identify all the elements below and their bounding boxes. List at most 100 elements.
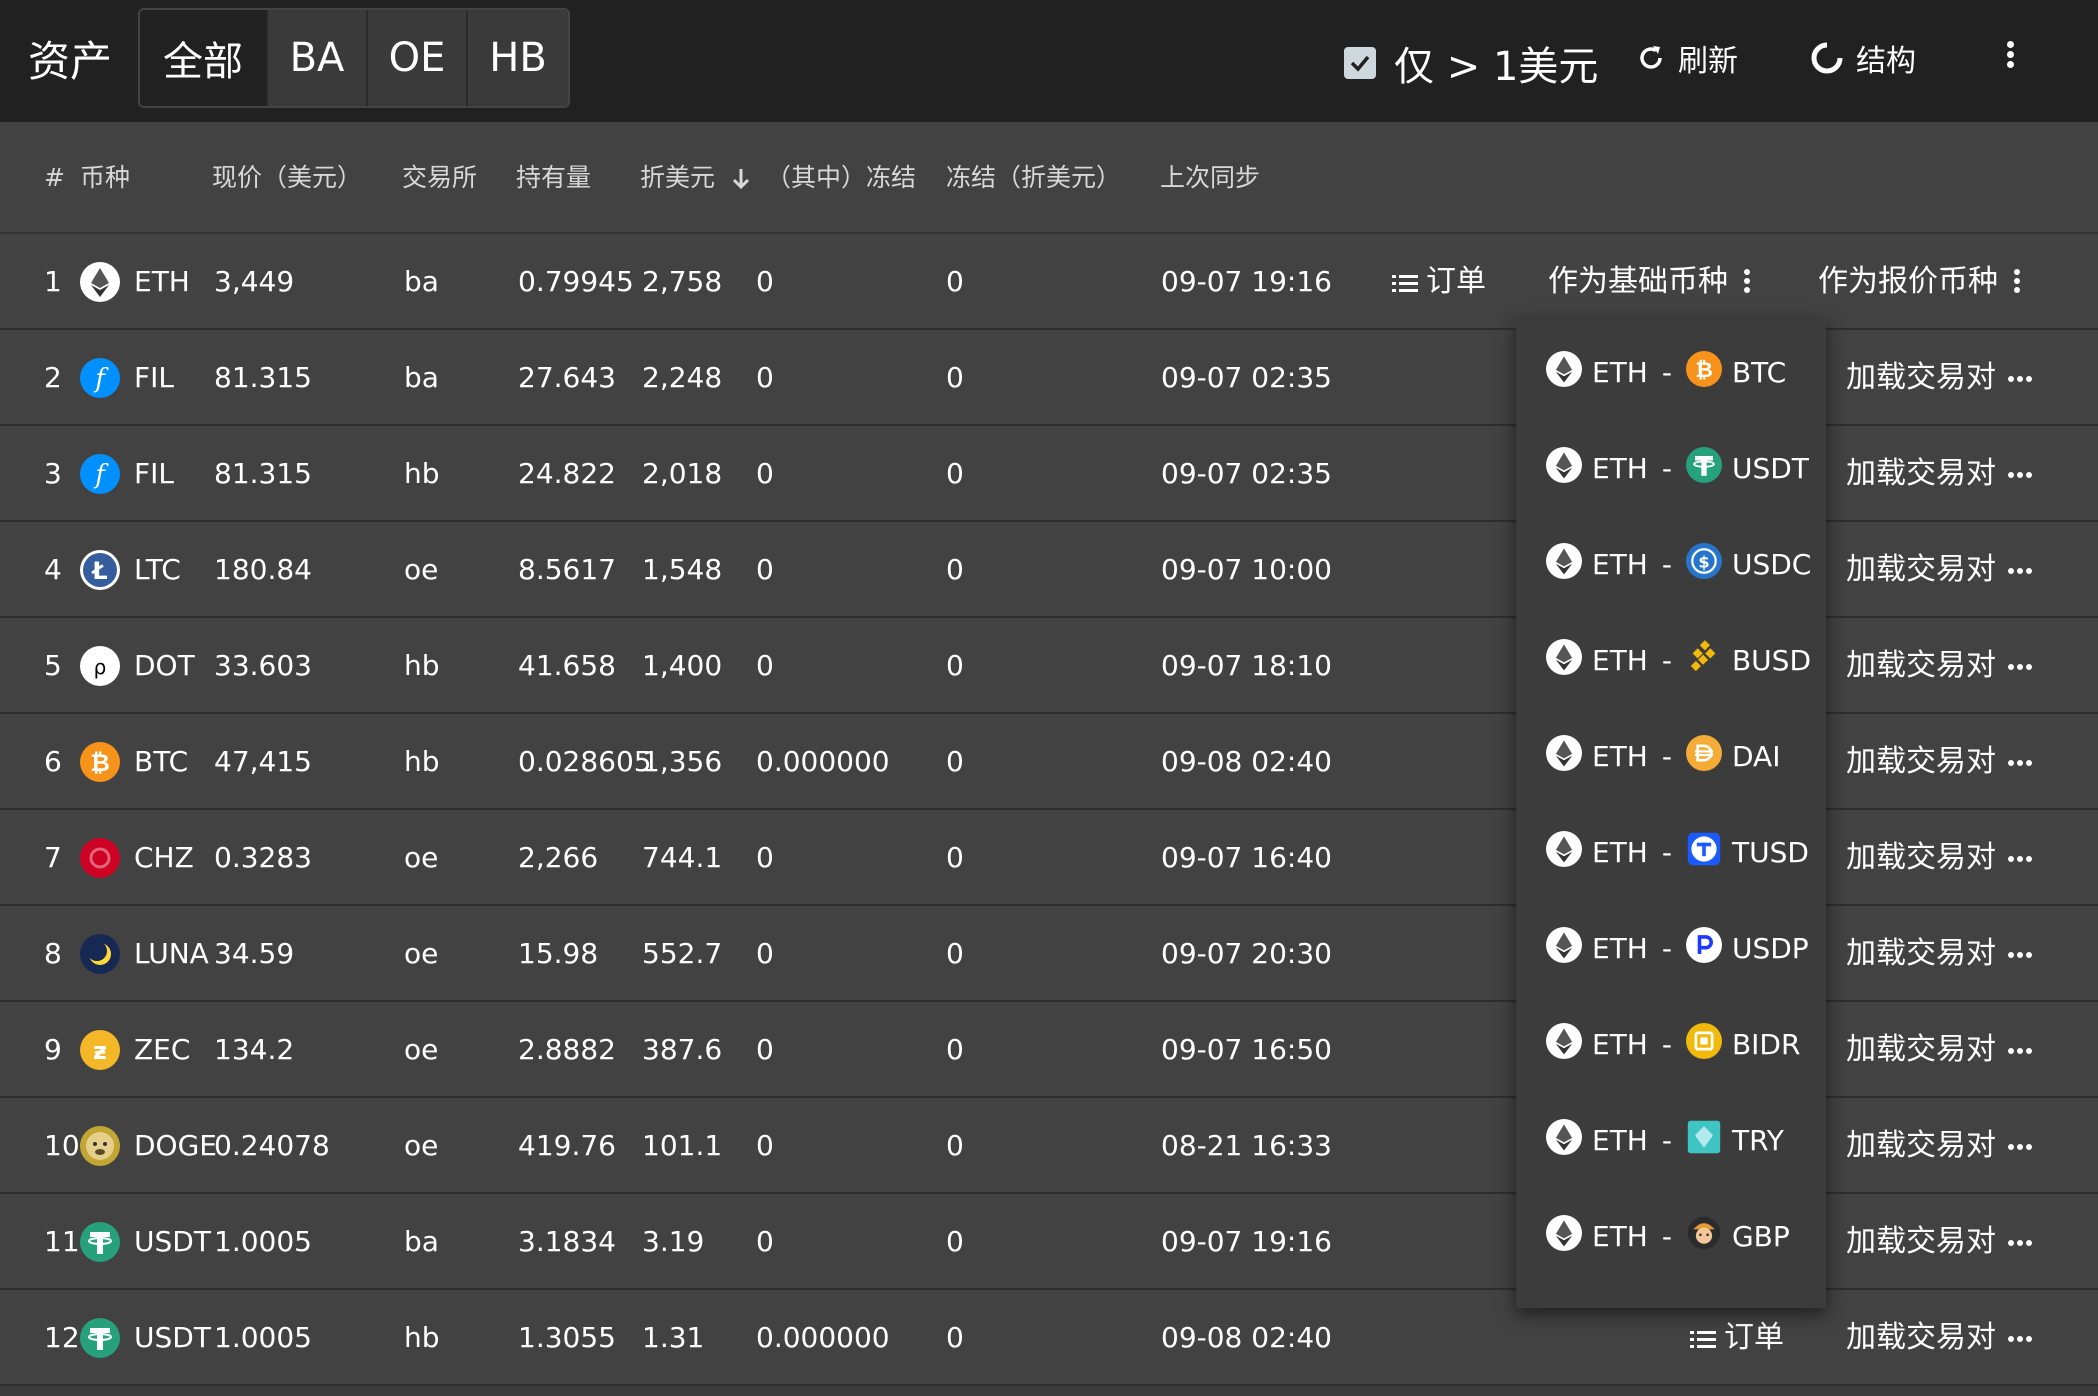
col-holding[interactable]: 持有量 bbox=[516, 122, 591, 234]
holding-cell: 0.028605 bbox=[518, 745, 652, 778]
frozen-cell: 0 bbox=[756, 649, 774, 682]
vertical-dots-icon bbox=[2012, 268, 2022, 293]
usd-cell: 2,018 bbox=[642, 457, 723, 490]
svg-text:ρ: ρ bbox=[94, 655, 107, 679]
price-cell: 134.2 bbox=[214, 1033, 295, 1066]
table-header: # 币种 现价（美元） 交易所 持有量 折美元 （其中）冻结 冻结（折美元） 上… bbox=[0, 122, 2098, 234]
col-coin[interactable]: 币种 bbox=[80, 122, 130, 234]
price-cell: 47,415 bbox=[214, 745, 312, 778]
structure-button[interactable]: 结构 bbox=[1810, 36, 1916, 80]
list-icon bbox=[1392, 274, 1418, 292]
bidr-icon bbox=[1685, 1022, 1722, 1066]
list-icon bbox=[1690, 1330, 1716, 1348]
price-cell: 1.0005 bbox=[214, 1225, 312, 1258]
eth-icon bbox=[1546, 830, 1582, 874]
eth-icon bbox=[1546, 734, 1582, 778]
refresh-button[interactable]: 刷新 bbox=[1636, 36, 1738, 80]
load-pair-button[interactable]: 加载交易对 bbox=[1846, 330, 2032, 426]
pair-item-eth-busd[interactable]: ETH - BUSD bbox=[1516, 612, 1826, 708]
pair-item-eth-usdp[interactable]: ETH - USDP bbox=[1516, 900, 1826, 996]
col-frozen[interactable]: （其中）冻结 bbox=[766, 122, 916, 234]
exchange-cell: hb bbox=[404, 745, 440, 778]
load-pair-button[interactable]: 加载交易对 bbox=[1846, 1098, 2032, 1194]
row-num: 12 bbox=[44, 1321, 80, 1354]
col-exchange[interactable]: 交易所 bbox=[402, 122, 477, 234]
last-sync-cell: 09-07 16:40 bbox=[1161, 841, 1332, 874]
load-pair-button[interactable]: 加载交易对 bbox=[1846, 1194, 2032, 1290]
coin-symbol: ETH bbox=[134, 265, 190, 298]
pair-item-eth-dai[interactable]: ETH - DAI bbox=[1516, 708, 1826, 804]
load-pair-button[interactable]: 加载交易对 bbox=[1846, 1290, 2032, 1386]
as-base-button[interactable]: 作为基础币种 bbox=[1548, 234, 1752, 330]
tab-oe[interactable]: OE bbox=[368, 10, 468, 106]
price-cell: 0.24078 bbox=[214, 1129, 330, 1162]
coin-zec-icon: ƶ bbox=[80, 1030, 120, 1070]
pair-separator: - bbox=[1661, 1027, 1672, 1061]
pair-item-eth-usdc[interactable]: ETH - $ USDC bbox=[1516, 516, 1826, 612]
more-dots-icon bbox=[2008, 759, 2032, 766]
dai-icon bbox=[1685, 734, 1722, 778]
min-value-filter[interactable]: 仅 > 1美元 bbox=[1344, 34, 1598, 92]
col-last-sync[interactable]: 上次同步 bbox=[1160, 122, 1260, 234]
holding-cell: 0.79945 bbox=[518, 265, 634, 298]
last-sync-cell: 09-08 02:40 bbox=[1161, 1321, 1332, 1354]
load-pair-button[interactable]: 加载交易对 bbox=[1846, 426, 2032, 522]
load-pair-button[interactable]: 加载交易对 bbox=[1846, 714, 2032, 810]
orders-button[interactable]: 订单 bbox=[1392, 234, 1486, 330]
load-pair-label: 加载交易对 bbox=[1846, 360, 1996, 395]
frozen-cell: 0 bbox=[756, 361, 774, 394]
as-quote-button[interactable]: 作为报价币种 bbox=[1818, 234, 2022, 330]
coin-btc-icon: ₿ bbox=[80, 742, 120, 782]
pair-item-eth-usdt[interactable]: ETH - USDT bbox=[1516, 420, 1826, 516]
load-pair-button[interactable]: 加载交易对 bbox=[1846, 810, 2032, 906]
pair-item-eth-tusd[interactable]: ETH - TUSD bbox=[1516, 804, 1826, 900]
more-menu-icon[interactable] bbox=[2000, 38, 2020, 76]
frozen-usd-cell: 0 bbox=[946, 937, 964, 970]
usd-cell: 1.31 bbox=[642, 1321, 705, 1354]
arrow-down-icon bbox=[732, 169, 750, 190]
pair-base-label: ETH bbox=[1592, 1123, 1648, 1157]
pair-item-eth-bidr[interactable]: ETH - BIDR bbox=[1516, 996, 1826, 1092]
frozen-usd-cell: 0 bbox=[946, 361, 964, 394]
more-dots-icon bbox=[2008, 1143, 2032, 1150]
usd-cell: 101.1 bbox=[642, 1129, 723, 1162]
checkbox-checked-icon[interactable] bbox=[1344, 47, 1376, 79]
price-cell: 33.603 bbox=[214, 649, 312, 682]
pair-separator: - bbox=[1661, 643, 1672, 677]
tab-hb[interactable]: HB bbox=[468, 10, 568, 106]
load-pair-button[interactable]: 加载交易对 bbox=[1846, 618, 2032, 714]
frozen-cell: 0 bbox=[756, 265, 774, 298]
structure-label: 结构 bbox=[1856, 44, 1916, 79]
load-pair-button[interactable]: 加载交易对 bbox=[1846, 906, 2032, 1002]
price-cell: 34.59 bbox=[214, 937, 295, 970]
base-pair-menu: ETH - ₿ BTC ETH - USDT ETH - $ USDC ETH … bbox=[1516, 318, 1826, 1308]
col-usd[interactable]: 折美元 bbox=[640, 122, 751, 234]
exchange-cell: hb bbox=[404, 1321, 440, 1354]
last-sync-cell: 09-07 19:16 bbox=[1161, 265, 1332, 298]
frozen-cell: 0 bbox=[756, 553, 774, 586]
pair-item-eth-btc[interactable]: ETH - ₿ BTC bbox=[1516, 324, 1826, 420]
col-frozen-usd[interactable]: 冻结（折美元） bbox=[946, 122, 1121, 234]
usd-cell: 552.7 bbox=[642, 937, 723, 970]
frozen-usd-cell: 0 bbox=[946, 1321, 964, 1354]
pair-item-eth-gbp[interactable]: ETH - GBP bbox=[1516, 1188, 1826, 1284]
circle-notch-icon bbox=[1811, 42, 1843, 74]
pair-base-label: ETH bbox=[1592, 643, 1648, 677]
eth-icon bbox=[1546, 542, 1582, 586]
holding-cell: 3.1834 bbox=[518, 1225, 616, 1258]
more-dots-icon bbox=[2008, 663, 2032, 670]
pair-quote-label: DAI bbox=[1731, 739, 1781, 773]
load-pair-button[interactable]: 加载交易对 bbox=[1846, 522, 2032, 618]
pair-item-eth-try[interactable]: ETH - TRY bbox=[1516, 1092, 1826, 1188]
price-cell: 81.315 bbox=[214, 361, 312, 394]
holding-cell: 8.5617 bbox=[518, 553, 616, 586]
row-num: 4 bbox=[44, 553, 62, 586]
load-pair-button[interactable]: 加载交易对 bbox=[1846, 1002, 2032, 1098]
tab-ba[interactable]: BA bbox=[268, 10, 368, 106]
load-pair-label: 加载交易对 bbox=[1846, 648, 1996, 683]
more-dots-icon bbox=[2008, 375, 2032, 382]
tab-all[interactable]: 全部 bbox=[140, 10, 268, 106]
svg-text:$: $ bbox=[1698, 552, 1709, 571]
eth-icon bbox=[1546, 638, 1582, 682]
col-price[interactable]: 现价（美元） bbox=[212, 122, 362, 234]
